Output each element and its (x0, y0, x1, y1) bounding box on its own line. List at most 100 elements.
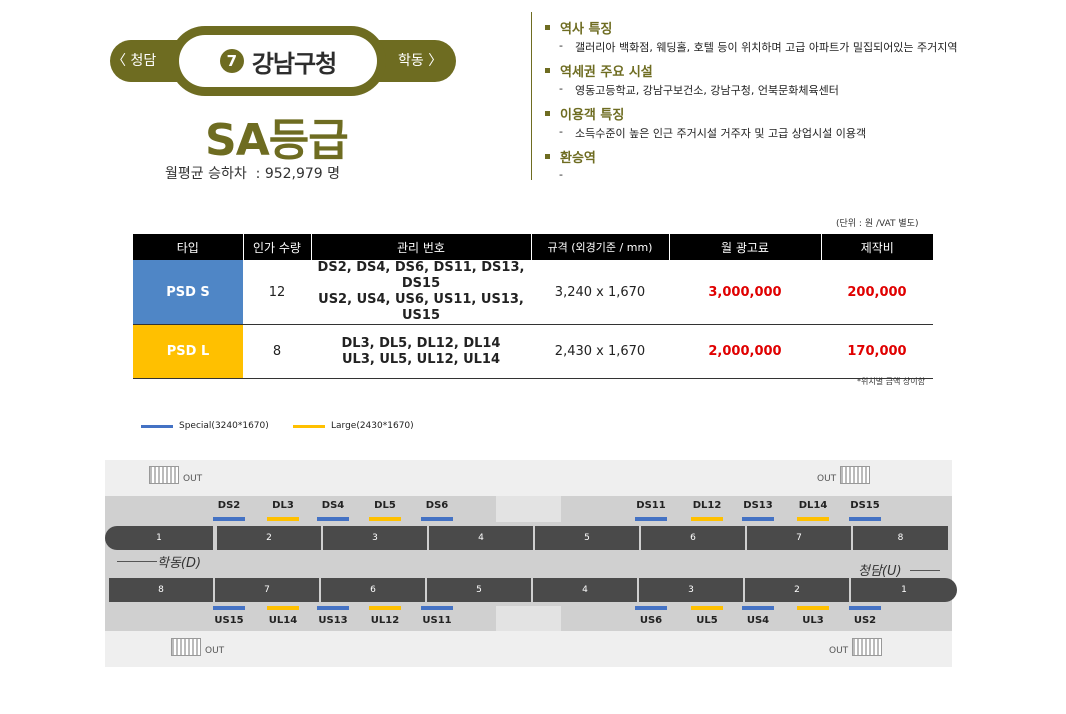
station-name: 강남구청 (251, 49, 337, 78)
type-cell: PSD L (133, 324, 243, 379)
info-item: 역사 특징 - 갤러리아 백화점, 웨딩홀, 호텔 등이 위치하며 고급 아파트가… (545, 18, 1045, 55)
train-car: 2 (745, 578, 849, 602)
square-bullet-icon (545, 111, 550, 116)
dash-icon: - (559, 125, 563, 138)
door-label: US15 (214, 615, 244, 626)
platform-lane-bottom (105, 631, 952, 667)
codes-line: DS2, DS4, DS6, DS11, DS13, DS15 (317, 260, 525, 291)
prev-station: 〈 청담 (112, 53, 157, 69)
info-body: 영동고등학교, 강남구보건소, 강남구청, 언북문화체육센터 (574, 84, 839, 97)
door-label: US6 (639, 615, 663, 626)
info-body: 소득수준이 높은 인근 주거시설 거주자 및 고급 상업시설 이용객 (574, 127, 867, 140)
size-cell: 3,240 x 1,670 (531, 260, 669, 325)
arrow-right-line (910, 570, 940, 571)
header-production: 제작비 (821, 234, 933, 260)
traffic-unit: 명 (327, 166, 341, 182)
train-top: 12345678 (105, 526, 952, 550)
train-car: 8 (853, 526, 948, 550)
legend-special: Special(3240*1670) (141, 421, 269, 431)
station-number: 7 (219, 49, 244, 73)
door-marker (267, 517, 299, 521)
square-bullet-icon (545, 68, 550, 73)
door-marker (635, 517, 667, 521)
door-marker (797, 517, 829, 521)
door-marker (369, 606, 401, 610)
door-label: DS11 (636, 500, 666, 511)
train-car: 5 (427, 578, 531, 602)
door-marker (369, 517, 401, 521)
door-label: DS4 (321, 500, 345, 511)
codes-cell: DL3, DL5, DL12, DL14 UL3, UL5, UL12, UL1… (311, 324, 531, 379)
table-header-row: 타입 인가 수량 관리 번호 규격 (외경기준 / mm) 월 광고료 제작비 (133, 234, 933, 260)
train-car: 4 (533, 578, 637, 602)
door-label: UL14 (268, 615, 298, 626)
train-car: 2 (217, 526, 321, 550)
door-marker (635, 606, 667, 610)
door-marker (849, 606, 881, 610)
info-title: 이용객 특징 (560, 108, 625, 123)
train-car: 5 (535, 526, 639, 550)
direction-up-label: 청담(U) (858, 564, 902, 579)
direction-down-label: 학동(D) (157, 556, 202, 571)
stairs-icon (852, 638, 883, 656)
train-car: 4 (429, 526, 533, 550)
arrow-left-line (117, 561, 157, 562)
door-label: DL3 (272, 500, 294, 511)
door-label: US11 (422, 615, 452, 626)
table-row: PSD L 8 DL3, DL5, DL12, DL14 UL3, UL5, U… (133, 324, 933, 379)
exit-label: OUT (183, 474, 203, 484)
table-row: PSD S 12 DS2, DS4, DS6, DS11, DS13, DS15… (133, 260, 933, 325)
door-label: DL12 (692, 500, 722, 511)
train-car: 1 (851, 578, 957, 602)
stairs-icon (149, 466, 179, 484)
exit-top-right: OUT (817, 466, 871, 484)
train-car: 7 (215, 578, 319, 602)
station-grade: SA등급 (205, 115, 349, 166)
exit-top-left: OUT (149, 466, 202, 484)
door-label: US4 (746, 615, 770, 626)
type-cell: PSD S (133, 260, 243, 325)
header-monthly: 월 광고료 (669, 234, 822, 260)
qty-cell: 8 (243, 324, 311, 379)
codes-line: UL3, UL5, UL12, UL14 (341, 351, 501, 367)
exit-label: OUT (817, 474, 837, 484)
door-marker (267, 606, 299, 610)
legend-large-label: Large(2430*1670) (331, 421, 414, 431)
door-marker (317, 606, 349, 610)
door-marker (213, 606, 245, 610)
door-label: DL5 (374, 500, 396, 511)
traffic-value: 952,979 (264, 166, 323, 182)
door-label: UL12 (370, 615, 400, 626)
dash-icon: - (559, 39, 563, 52)
train-car: 1 (105, 526, 213, 550)
train-car: 7 (747, 526, 851, 550)
door-marker (317, 517, 349, 521)
stairs-icon (171, 638, 201, 656)
price-table: 타입 인가 수량 관리 번호 규격 (외경기준 / mm) 월 광고료 제작비 … (133, 234, 933, 379)
door-marker (421, 517, 453, 521)
info-title: 역세권 주요 시설 (560, 65, 653, 80)
square-bullet-icon (545, 154, 550, 159)
train-car: 6 (641, 526, 745, 550)
door-label: DS13 (743, 500, 773, 511)
header-type: 타입 (133, 234, 244, 260)
door-marker (742, 606, 774, 610)
column-block (496, 606, 561, 631)
info-item: 이용객 특징 - 소득수준이 높은 인근 주거시설 거주자 및 고급 상업시설 이… (545, 104, 1045, 141)
legend-large: Large(2430*1670) (293, 421, 414, 431)
qty-cell: 12 (243, 260, 311, 325)
monthly-fee-cell: 2,000,000 (669, 324, 821, 379)
door-marker (849, 517, 881, 521)
door-label: DS15 (850, 500, 880, 511)
door-label: DS6 (425, 500, 449, 511)
stairs-icon (840, 466, 871, 484)
door-marker (691, 517, 723, 521)
info-title: 역사 특징 (560, 22, 613, 37)
production-fee-cell: 200,000 (821, 260, 933, 325)
exit-bottom-right: OUT (829, 638, 883, 656)
door-marker (691, 606, 723, 610)
traffic-label: 월평균 승하차 (165, 166, 247, 182)
train-car: 3 (323, 526, 427, 550)
train-car: 3 (639, 578, 743, 602)
square-bullet-icon (545, 25, 550, 30)
